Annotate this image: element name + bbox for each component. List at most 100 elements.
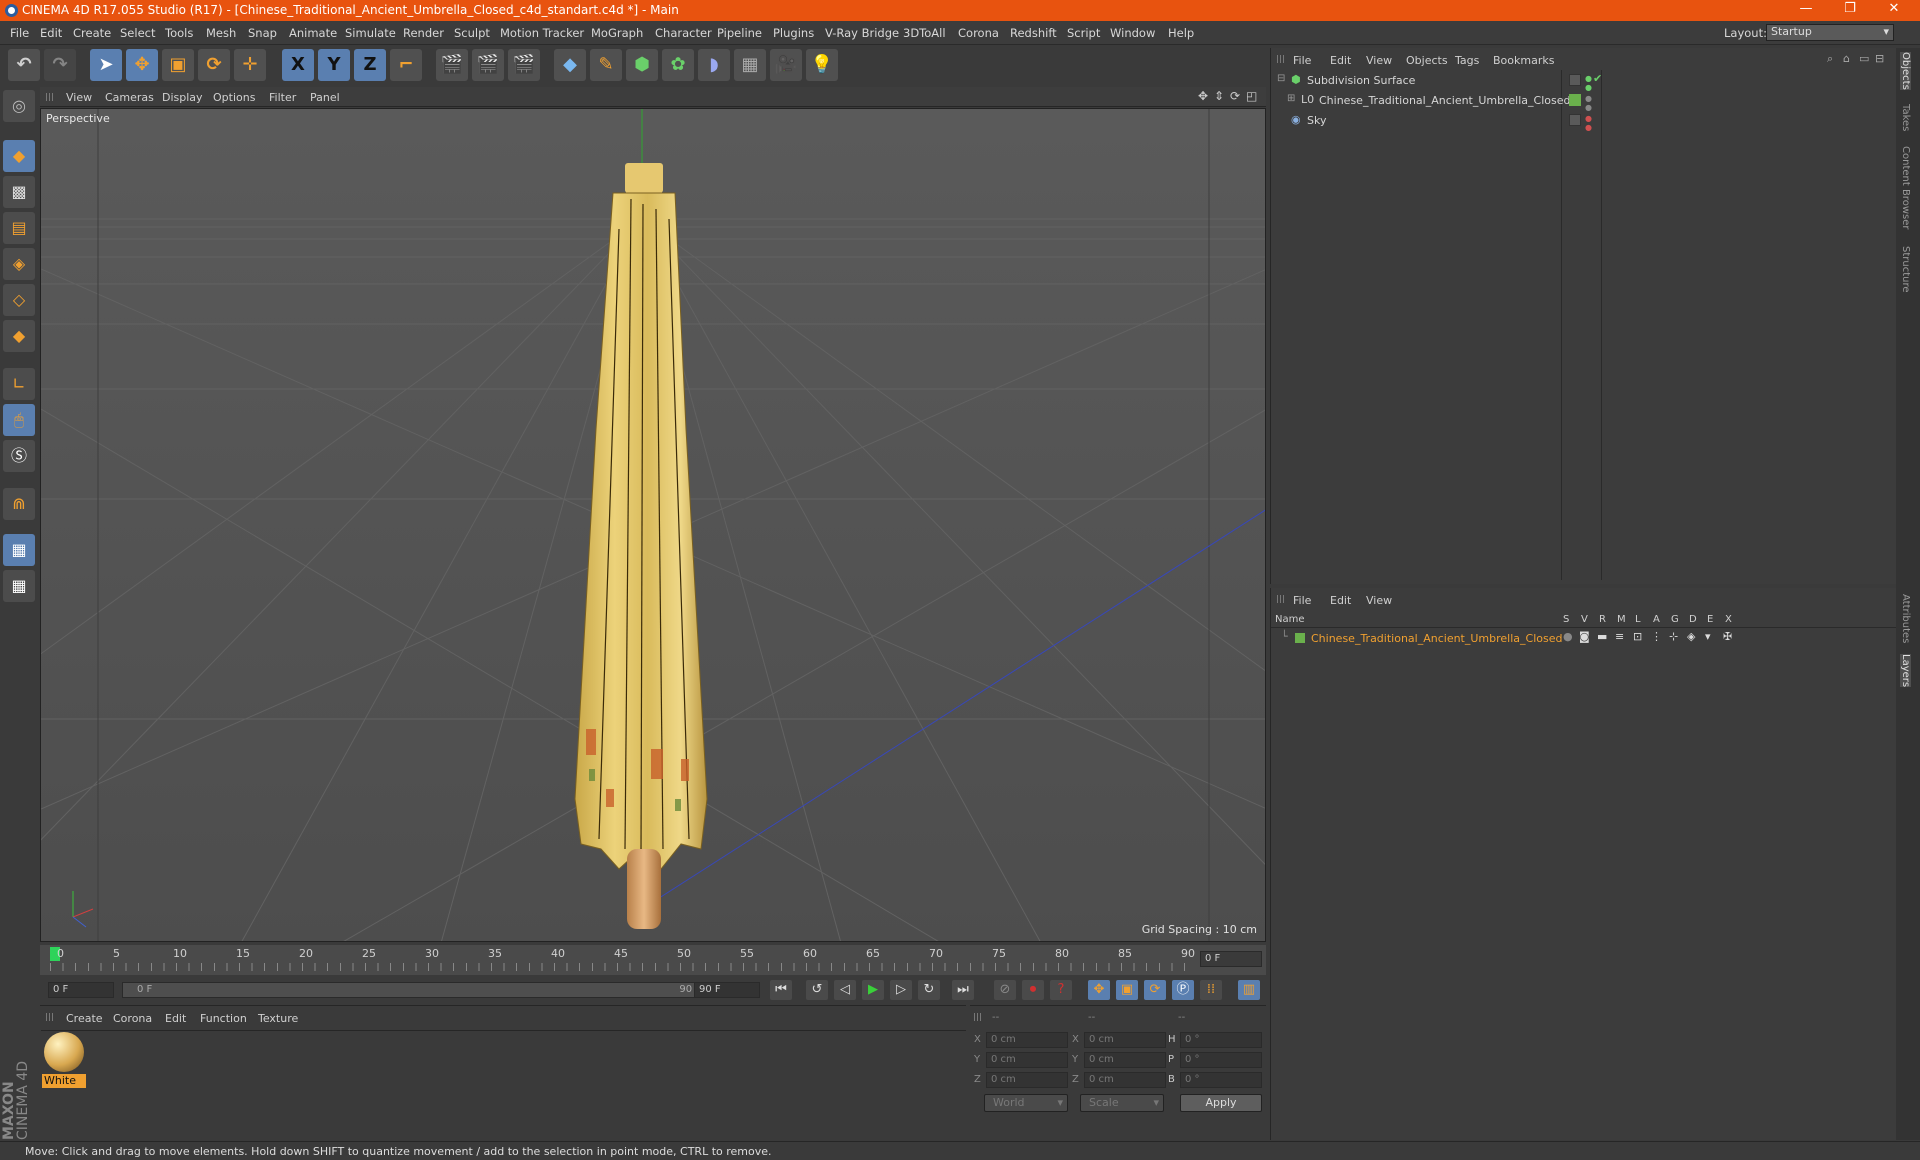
object-row-sky[interactable]: ◉ Sky ● ● [1275,112,1895,132]
menu-edit[interactable]: Edit [40,26,62,40]
camera-button[interactable]: 🎥 [770,49,802,81]
tab-layers[interactable]: Layers [1900,654,1911,688]
subdivision-surface-button[interactable]: ⬢ [626,49,658,81]
layer-col-e[interactable]: E [1707,614,1713,625]
select-tool-button[interactable]: ➤ [90,49,122,81]
expand-icon[interactable]: ⊞ [1287,93,1295,104]
search-icon[interactable]: ⌕ [1827,52,1833,66]
lock-icon[interactable]: ⊡ [1633,630,1642,643]
grid-rotate-button[interactable]: ▦ [3,570,35,602]
light-button[interactable]: 💡 [806,49,838,81]
menu-plugins[interactable]: Plugins [773,26,814,40]
menu-motion-tracker[interactable]: Motion Tracker [500,26,584,40]
viewport-nav-move-icon[interactable]: ✥ [1198,89,1208,103]
tab-attributes[interactable]: Attributes [1900,594,1911,643]
viewport-nav-zoom-icon[interactable]: ⇕ [1214,89,1224,103]
deformers-icon[interactable]: ◈ [1687,630,1695,643]
object-menu-tags[interactable]: Tags [1455,54,1479,67]
layer-col-x[interactable]: X [1725,614,1732,625]
material-menu-create[interactable]: Create [66,1012,103,1025]
start-frame-field[interactable]: 0 F [48,982,114,998]
menu-sculpt[interactable]: Sculpt [454,26,490,40]
rotation-h-field[interactable]: 0 ° [1180,1032,1262,1048]
viewport-nav-rotate-icon[interactable]: ⟳ [1230,89,1240,103]
rotation-b-field[interactable]: 0 ° [1180,1072,1262,1088]
key-position-button[interactable]: ✥ [1088,980,1110,1000]
menu-script[interactable]: Script [1067,26,1100,40]
snap-button[interactable]: Ⓢ [3,440,35,472]
key-rotation-button[interactable]: ⟳ [1144,980,1166,1000]
object-row-umbrella[interactable]: ⊞ L0 Chinese_Traditional_Ancient_Umbrell… [1275,92,1895,112]
layout-select[interactable]: Startup ▾ [1766,24,1894,41]
render-icon[interactable]: ▬ [1597,630,1607,643]
layer-col-s[interactable]: S [1563,614,1569,625]
enabled-check-icon[interactable]: ✔ [1593,72,1602,85]
object-row-subdivision-surface[interactable]: ⊟ ⬢ Subdivision Surface ● ● ✔ [1275,72,1895,92]
animation-icon[interactable]: ⋮ [1651,630,1662,643]
menu-redshift[interactable]: Redshift [1010,26,1057,40]
timeline-window-button[interactable]: ▥ [1238,980,1260,1000]
z-axis-button[interactable]: Z [354,49,386,81]
viewport-menu-options[interactable]: Options [213,91,255,104]
menu-snap[interactable]: Snap [248,26,277,40]
menu-character[interactable]: Character [655,26,712,40]
position-z-field[interactable]: 0 cm [986,1072,1068,1088]
layer-col-v[interactable]: V [1581,614,1588,625]
rotation-p-field[interactable]: 0 ° [1180,1052,1262,1068]
layer-color-icon[interactable] [1295,633,1305,643]
undo-button[interactable]: ↶ [8,49,40,81]
layer-col-r[interactable]: R [1599,614,1606,625]
size-y-field[interactable]: 0 cm [1084,1052,1166,1068]
layer-col-a[interactable]: A [1653,614,1660,625]
menu-3dtoall[interactable]: 3DToAll [903,26,946,40]
layer-menu-file[interactable]: File [1293,594,1311,607]
go-to-start-button[interactable]: ⏮ [770,980,792,1000]
visibility-dots-icon[interactable]: ● ● [1585,74,1592,92]
material-menu-corona[interactable]: Corona [113,1012,152,1025]
collapse-icon[interactable]: ⊟ [1277,73,1285,84]
viewport-menu-panel[interactable]: Panel [310,91,340,104]
menu-vray-bridge[interactable]: V-Ray Bridge [825,26,899,40]
position-x-field[interactable]: 0 cm [986,1032,1068,1048]
solo-icon[interactable]: ● [1563,630,1573,643]
model-mode-button[interactable]: ◎ [3,90,35,122]
position-y-field[interactable]: 0 cm [986,1052,1068,1068]
visibility-dots-icon[interactable]: ● ● [1585,94,1592,112]
edges-mode-button[interactable]: ◇ [3,284,35,316]
material-menu-texture[interactable]: Texture [258,1012,298,1025]
object-menu-file[interactable]: File [1293,54,1311,67]
previous-frame-button[interactable]: ◁ [834,980,856,1000]
edit-tag-icon[interactable] [1569,74,1581,86]
coordinate-system-button[interactable]: ⌐ [390,49,422,81]
record-keys-button[interactable]: ⊘ [994,980,1016,1000]
menu-simulate[interactable]: Simulate [345,26,396,40]
layer-col-m[interactable]: M [1617,614,1626,625]
spline-pen-button[interactable]: ✎ [590,49,622,81]
menu-select[interactable]: Select [120,26,155,40]
rotate-tool-button[interactable]: ⟳ [198,49,230,81]
transform-tool-button[interactable]: ✛ [234,49,266,81]
menu-window[interactable]: Window [1110,26,1155,40]
maximize-panel-icon[interactable]: ⊟ [1875,52,1884,65]
menu-render[interactable]: Render [403,26,444,40]
object-mode-button[interactable]: ◆ [3,140,35,172]
layer-menu-edit[interactable]: Edit [1330,594,1351,607]
menu-create[interactable]: Create [73,26,111,40]
apply-button[interactable]: Apply [1180,1094,1262,1112]
frame-range-slider[interactable]: 0 F 90 F [122,982,716,998]
size-z-field[interactable]: 0 cm [1084,1072,1166,1088]
key-pla-button[interactable]: ⁞⁞ [1200,980,1222,1000]
timeline-ruler[interactable]: 0 5 10 15 20 25 30 35 40 45 50 55 60 65 … [40,945,1266,975]
layer-row[interactable]: └ Chinese_Traditional_Ancient_Umbrella_C… [1271,630,1897,648]
xrefs-icon[interactable]: ✠ [1723,630,1732,643]
menu-tools[interactable]: Tools [165,26,193,40]
object-menu-objects[interactable]: Objects [1406,54,1448,67]
autokey-button[interactable]: ⏺ [1022,980,1044,1000]
key-scale-button[interactable]: ▣ [1116,980,1138,1000]
current-frame-field[interactable]: 0 F [1200,951,1262,967]
perspective-viewport[interactable]: Perspective Grid Spacing : 10 cm [40,108,1266,942]
viewport-menu-filter[interactable]: Filter [269,91,296,104]
layer-col-g[interactable]: G [1671,614,1679,625]
manager-icon[interactable]: ≡ [1615,630,1624,643]
render-view-button[interactable]: 🎬 [436,49,468,81]
